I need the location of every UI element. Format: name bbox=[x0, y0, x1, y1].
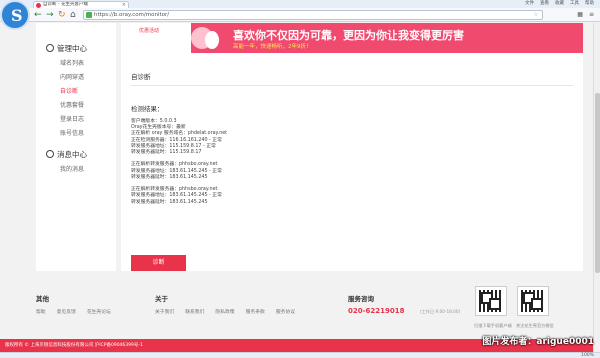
result-title: 检测结果： bbox=[131, 105, 164, 113]
banner-subtext: 高能一年，快速畅听，2年9折！ bbox=[233, 44, 312, 50]
main-content: 优惠活动 喜欢你不仅因为可靠，更因为你让我变得更厉害 高能一年，快速畅听，2年9… bbox=[121, 23, 583, 271]
footer-link[interactable]: 隐私政策 bbox=[215, 308, 234, 315]
result-log: 客户端版本：5.0.0.3 Oray花生壳版本号：最新 正在解析 oray 服务… bbox=[131, 119, 227, 206]
browser-tab[interactable]: 自诊断 - 花生壳客户端 × bbox=[33, 1, 129, 8]
footer-links-other: 帮助 意见反馈 花生壳论坛 bbox=[36, 308, 111, 315]
chat-icon bbox=[46, 150, 54, 158]
sidebar-group-manage: 管理中心 bbox=[46, 43, 87, 54]
sidebar-item-diagnose[interactable]: 自诊断 bbox=[60, 86, 78, 95]
back-icon[interactable]: ← bbox=[34, 10, 42, 20]
gear-icon bbox=[46, 44, 54, 52]
result-line: 正在检测服务器：116.16.161.240 - 正常 bbox=[131, 137, 222, 143]
browser-menu: 文件 查看 收藏 工具 帮助 bbox=[525, 0, 594, 7]
footer-link[interactable]: 帮助 bbox=[36, 308, 46, 315]
sidebar-item-account[interactable]: 账号信息 bbox=[60, 128, 84, 137]
footer-link[interactable]: 服务协议 bbox=[276, 308, 295, 315]
footer-link[interactable]: 意见反馈 bbox=[57, 308, 76, 315]
sidebar-item-my-messages[interactable]: 我的消息 bbox=[60, 164, 84, 173]
footer-phone: 020-62219018 bbox=[348, 307, 405, 315]
browser-toolbar: ← → ↻ ⌂ https://b.oray.com/monitor/ ☆ ▦ … bbox=[0, 8, 600, 22]
page-scrollbar[interactable] bbox=[593, 23, 600, 352]
browser-tab-bar: 自诊断 - 花生壳客户端 × 文件 查看 收藏 工具 帮助 bbox=[0, 0, 600, 8]
footer-link[interactable]: 花生壳论坛 bbox=[87, 308, 111, 315]
result-line: 正在解析 oray 服务域名：phdelat.oray.net bbox=[131, 131, 228, 137]
promo-banner[interactable]: 优惠活动 喜欢你不仅因为可靠，更因为你让我变得更厉害 高能一年，快速畅听，2年9… bbox=[121, 23, 583, 53]
scrollbar-thumb[interactable] bbox=[595, 93, 600, 273]
footer-col-other-title: 其他 bbox=[36, 295, 49, 303]
qr-code-wechat-icon bbox=[517, 286, 549, 316]
banner-headline: 喜欢你不仅因为可靠，更因为你让我变得更厉害 bbox=[233, 29, 464, 42]
sidebar-item-login-log[interactable]: 登录日志 bbox=[60, 114, 84, 123]
address-url: https://b.oray.com/monitor/ bbox=[94, 12, 170, 18]
page-title: 自诊断 bbox=[131, 73, 151, 81]
result-line: 转发服务器地址：183.61.145.245 - 正常 bbox=[131, 168, 222, 174]
footer-links-about: 关于我们 联系我们 隐私政策 服务条款 服务协议 bbox=[155, 308, 295, 315]
footer-link[interactable]: 关于我们 bbox=[155, 308, 174, 315]
menu-item[interactable]: 帮助 bbox=[585, 0, 594, 7]
footer-link[interactable]: 服务条款 bbox=[246, 308, 265, 315]
sidebar-item-penetration[interactable]: 内网穿透 bbox=[60, 72, 84, 81]
home-icon[interactable]: ⌂ bbox=[70, 10, 76, 20]
toolbar-right: ▦ ≡ bbox=[577, 11, 594, 18]
browser-status-bar: 100% bbox=[0, 352, 600, 358]
forward-icon[interactable]: → bbox=[46, 10, 54, 20]
qr-caption: 关注花生壳官方微信 bbox=[516, 323, 554, 328]
menu-item[interactable]: 工具 bbox=[570, 0, 579, 7]
refresh-icon[interactable]: ↻ bbox=[58, 10, 66, 20]
menu-icon[interactable]: ≡ bbox=[589, 11, 594, 18]
diagnose-button[interactable]: 诊断 bbox=[131, 255, 186, 271]
sidebar-group-messages: 消息中心 bbox=[46, 149, 87, 160]
sidebar: 管理中心 域名列表 内网穿透 自诊断 优惠套餐 登录日志 账号信息 消息中心 我… bbox=[36, 23, 116, 271]
zoom-level[interactable]: 100% bbox=[581, 353, 594, 358]
footer-col-about-title: 关于 bbox=[155, 295, 168, 303]
footer-link[interactable]: 联系我们 bbox=[185, 308, 204, 315]
watermark-text: 图片发布者：arigue0001 bbox=[482, 337, 594, 347]
extensions-icon[interactable]: ▦ bbox=[577, 11, 583, 18]
menu-item[interactable]: 文件 bbox=[525, 0, 534, 7]
menu-item[interactable]: 查看 bbox=[540, 0, 549, 7]
secure-lock-icon bbox=[86, 12, 92, 18]
result-line: 转发服务器地址：183.61.145.245 - 正常 bbox=[131, 193, 222, 199]
sidebar-item-packages[interactable]: 优惠套餐 bbox=[60, 100, 84, 109]
result-line: 转发服务器延时：183.61.145.245 bbox=[131, 199, 208, 205]
browser-logo-icon[interactable]: S bbox=[0, 0, 30, 30]
address-bar[interactable]: https://b.oray.com/monitor/ ☆ bbox=[83, 10, 543, 20]
footer-hours: (工作日 9:00-18:00) bbox=[420, 309, 461, 314]
copyright-text: 版权所有 © 上海贝锐信息科技股份有限公司 沪ICP备09046399号-1 bbox=[5, 343, 143, 348]
web-page: 管理中心 域名列表 内网穿透 自诊断 优惠套餐 登录日志 账号信息 消息中心 我… bbox=[0, 23, 593, 352]
banner-tag: 优惠活动 bbox=[139, 28, 160, 34]
result-line: 正在解析转发服务器：phhsbo.oray.net bbox=[131, 162, 218, 168]
qr-code-app-icon bbox=[475, 286, 507, 316]
divider bbox=[131, 85, 573, 86]
footer: 其他 帮助 意见反馈 花生壳论坛 关于 关于我们 联系我们 隐私政策 服务条款 … bbox=[0, 279, 593, 339]
qr-caption: 扫描下载手机客户端 bbox=[474, 323, 512, 328]
browser-tab-title: 自诊断 - 花生壳客户端 bbox=[43, 2, 88, 7]
footer-contact-title: 服务咨询 bbox=[348, 295, 374, 303]
favorite-star-icon[interactable]: ☆ bbox=[534, 11, 538, 19]
menu-item[interactable]: 收藏 bbox=[555, 0, 564, 7]
sidebar-item-domains[interactable]: 域名列表 bbox=[60, 58, 84, 67]
